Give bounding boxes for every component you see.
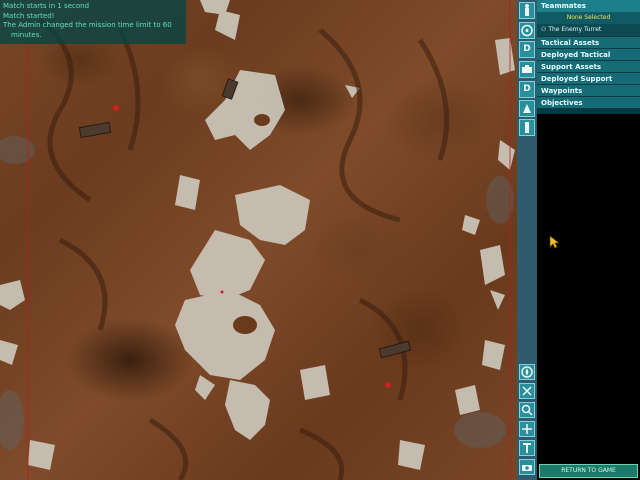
- return-to-game-button[interactable]: RETURN TO GAME: [539, 464, 638, 478]
- command-panel: Teammates None Selected ⚇ The Enemy Turr…: [537, 0, 640, 114]
- text-label-icon[interactable]: [519, 440, 535, 456]
- icon-column: D D: [517, 0, 537, 480]
- menu-item-tactical-assets[interactable]: Tactical Assets: [537, 36, 640, 48]
- enemy-turret-label: The Enemy Turret: [548, 26, 602, 33]
- menu-item-waypoints[interactable]: Waypoints: [537, 84, 640, 96]
- tactical-map[interactable]: Match starts in 1 second Match started! …: [0, 0, 517, 480]
- player-icon[interactable]: [519, 2, 535, 19]
- menu-item-deployed-tactical[interactable]: Deployed Tactical: [537, 48, 640, 60]
- chat-line: minutes.: [11, 30, 42, 39]
- compass-icon[interactable]: [519, 364, 535, 380]
- enemy-turret-item[interactable]: ⚇ The Enemy Turret: [537, 24, 640, 36]
- menu-item-support-assets[interactable]: Support Assets: [537, 60, 640, 72]
- pan-icon[interactable]: [519, 383, 535, 399]
- teammates-header[interactable]: Teammates: [537, 0, 640, 12]
- mouse-cursor-icon: [549, 235, 559, 249]
- zoom-icon[interactable]: [519, 402, 535, 418]
- deploy-icon[interactable]: D: [519, 81, 535, 98]
- chat-line: The Admin changed the mission time limit…: [3, 21, 172, 29]
- command-sidebar: D D Teammates None Selected ⚇ The Enemy …: [517, 0, 640, 480]
- deploy-icon[interactable]: D: [519, 41, 535, 58]
- menu-item-objectives[interactable]: Objectives: [537, 96, 640, 108]
- selection-status: None Selected: [537, 12, 640, 24]
- chat-line: Match started!: [3, 11, 55, 20]
- vehicle-icon[interactable]: [519, 61, 535, 78]
- objective-icon[interactable]: [519, 119, 535, 136]
- terrain-overlay: [0, 0, 515, 480]
- target-icon[interactable]: [519, 22, 535, 39]
- menu-item-deployed-support[interactable]: Deployed Support: [537, 72, 640, 84]
- person-icon: ⚇: [541, 26, 547, 33]
- camera-icon[interactable]: [519, 459, 535, 475]
- chat-log: Match starts in 1 second Match started! …: [0, 0, 186, 44]
- waypoint-icon[interactable]: [519, 100, 535, 117]
- center-icon[interactable]: [519, 421, 535, 437]
- chat-line: Match starts in 1 second: [3, 2, 90, 10]
